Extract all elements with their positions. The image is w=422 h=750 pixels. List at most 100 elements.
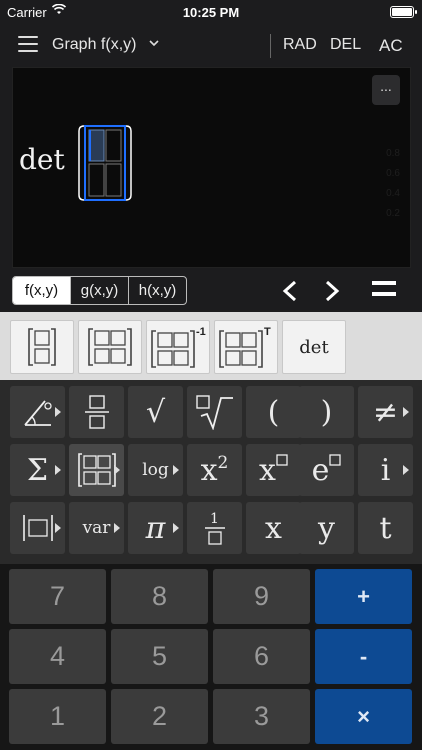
tab-g[interactable]: g(x,y) (71, 277, 129, 304)
matrix-2x1-button[interactable] (10, 320, 74, 374)
del-button[interactable]: DEL (330, 36, 361, 54)
det-button[interactable]: det (282, 320, 346, 374)
status-bar: Carrier 10:25 PM (0, 0, 422, 24)
nth-root-button[interactable] (187, 386, 242, 438)
faint-label: 0.6 (386, 168, 400, 179)
key-9[interactable]: 9 (213, 569, 310, 624)
function-tabs: f(x,y) g(x,y) h(x,y) (12, 276, 187, 305)
relation-button[interactable]: ≠ (358, 386, 413, 438)
battery-icon (390, 6, 417, 18)
mode-title[interactable]: Graph f(x,y) (52, 36, 136, 54)
key-2[interactable]: 2 (111, 689, 208, 744)
paren-close-button[interactable]: ) (299, 386, 354, 438)
fraction-icon (84, 395, 109, 429)
y-button[interactable]: y (299, 502, 354, 554)
pi-button[interactable]: π (128, 502, 183, 554)
expand-triangle-icon (55, 523, 61, 533)
minus-button[interactable]: - (315, 629, 412, 684)
expand-triangle-icon (173, 523, 179, 533)
var-button[interactable]: var (69, 502, 124, 554)
key-4[interactable]: 4 (9, 629, 106, 684)
cursor-left-icon[interactable] (280, 280, 302, 302)
reciprocal-icon: 1 (204, 511, 225, 545)
number-keypad: 7 8 9 + 4 5 6 - 1 2 3 × (0, 564, 422, 750)
x-label: x (265, 510, 282, 546)
angle-icon (23, 400, 52, 426)
det-button-label: det (299, 336, 329, 358)
x-button[interactable]: x (246, 502, 301, 554)
imaginary-label: i (380, 452, 391, 488)
multiply-button[interactable]: × (315, 689, 412, 744)
sigma-label: Σ (26, 452, 49, 488)
matrix-transpose-button[interactable]: T (214, 320, 278, 374)
square-button[interactable]: x2 (187, 444, 242, 496)
abs-icon (22, 515, 53, 541)
expression-display[interactable]: 0.8 0.6 0.4 0.2 ... det (12, 67, 411, 268)
exp-base: e (311, 452, 330, 488)
matrix-icon (77, 453, 116, 487)
expand-triangle-icon (173, 465, 179, 475)
log-label: log (142, 460, 169, 480)
rad-button[interactable]: RAD (283, 36, 317, 54)
key-8[interactable]: 8 (111, 569, 208, 624)
not-equal-label: ≠ (372, 394, 399, 430)
more-button[interactable]: ... (372, 75, 400, 105)
paren-open-button[interactable]: ( (246, 386, 301, 438)
expand-triangle-icon (114, 465, 120, 475)
matrix-template[interactable] (77, 124, 133, 202)
matrix-menu-button[interactable] (69, 444, 124, 496)
sqrt-button[interactable]: √ (128, 386, 183, 438)
template-strip: -1 T det (0, 312, 422, 380)
abs-button[interactable] (10, 502, 65, 554)
chevron-down-icon[interactable] (148, 37, 160, 49)
status-time: 10:25 PM (182, 5, 240, 20)
log-button[interactable]: log (128, 444, 183, 496)
reciprocal-button[interactable]: 1 (187, 502, 242, 554)
header-bar: Graph f(x,y) RAD DEL AC (0, 28, 422, 62)
transpose-exponent: T (264, 326, 271, 338)
expand-triangle-icon (403, 465, 409, 475)
imaginary-button[interactable]: i (358, 444, 413, 496)
power-button[interactable]: x (246, 444, 301, 496)
var-label: var (82, 518, 111, 538)
key-7[interactable]: 7 (9, 569, 106, 624)
cursor-right-icon[interactable] (320, 280, 342, 302)
matrix-2x2-button[interactable] (78, 320, 142, 374)
expand-triangle-icon (55, 465, 61, 475)
t-button[interactable]: t (358, 502, 413, 554)
inverse-exponent: -1 (196, 326, 206, 338)
y-label: y (318, 510, 335, 546)
menu-icon[interactable] (18, 36, 38, 52)
exp-button[interactable]: e (299, 444, 354, 496)
expand-triangle-icon (55, 407, 61, 417)
key-3[interactable]: 3 (213, 689, 310, 744)
function-keypad: √ ( ) ≠ Σ log x2 x e i var π 1 x y t (0, 380, 422, 564)
tab-f[interactable]: f(x,y) (13, 277, 71, 304)
sigma-button[interactable]: Σ (10, 444, 65, 496)
faint-label: 0.8 (386, 148, 400, 159)
faint-label: 0.4 (386, 188, 400, 199)
pi-label: π (145, 510, 166, 546)
faint-label: 0.2 (386, 208, 400, 219)
power-base: x (259, 452, 276, 488)
key-1[interactable]: 1 (9, 689, 106, 744)
angle-button[interactable] (10, 386, 65, 438)
sqrt-label: √ (145, 394, 166, 430)
ac-button[interactable]: AC (379, 36, 403, 56)
square-exponent: 2 (217, 453, 229, 473)
exponent-box-icon (276, 454, 288, 466)
t-label: t (379, 510, 392, 546)
fraction-template-button[interactable] (69, 386, 124, 438)
square-base: x (200, 452, 218, 488)
paren-open-label: ( (267, 394, 280, 430)
plus-button[interactable]: + (315, 569, 412, 624)
nth-root-icon (195, 395, 233, 430)
key-5[interactable]: 5 (111, 629, 208, 684)
det-text: det (19, 143, 65, 176)
tab-h[interactable]: h(x,y) (129, 277, 186, 304)
expand-triangle-icon (403, 407, 409, 417)
key-6[interactable]: 6 (213, 629, 310, 684)
equals-button[interactable] (372, 281, 396, 301)
matrix-inverse-button[interactable]: -1 (146, 320, 210, 374)
expand-triangle-icon (114, 523, 120, 533)
